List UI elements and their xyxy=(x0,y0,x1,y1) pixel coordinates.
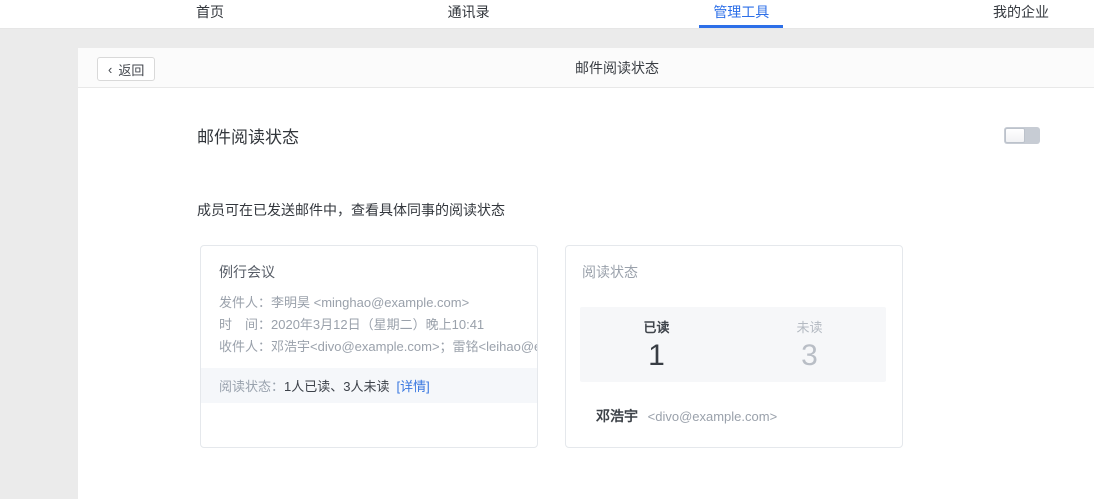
status-card-title: 阅读状态 xyxy=(580,262,886,282)
read-status-card: 阅读状态 已读 1 未读 3 邓浩宇 <divo@example.com> xyxy=(565,245,903,448)
main-panel: ‹ 返回 邮件阅读状态 邮件阅读状态 成员可在已发送邮件中，查看具体同事的阅读状… xyxy=(78,48,1094,499)
nav-item-contacts[interactable]: 通讯录 xyxy=(434,0,504,28)
unread-stat-column: 未读 3 xyxy=(733,317,886,372)
time-label: 时 间： xyxy=(219,317,271,332)
feature-description: 成员可在已发送邮件中，查看具体同事的阅读状态 xyxy=(197,200,1040,220)
toggle-knob-icon xyxy=(1005,128,1025,143)
reader-email: <divo@example.com> xyxy=(648,409,778,424)
back-chevron-icon: ‹ xyxy=(108,63,112,76)
read-status-strip-value: 1人已读、3人未读 xyxy=(284,376,389,395)
cards-row: 例行会议 发件人：李明昊 <minghao@example.com> 时 间：2… xyxy=(200,245,1040,448)
section-heading: 邮件阅读状态 xyxy=(197,123,299,148)
read-status-toggle[interactable] xyxy=(1004,127,1040,144)
read-status-strip: 阅读状态： 1人已读、3人未读 [详情] xyxy=(201,368,537,403)
recipients-value: 邓浩宇<divo@example.com>；雷铭<leihao@e... xyxy=(271,339,538,354)
back-button-label: 返回 xyxy=(118,60,144,79)
read-label: 已读 xyxy=(580,317,733,336)
mail-preview-card: 例行会议 发件人：李明昊 <minghao@example.com> 时 间：2… xyxy=(200,245,538,448)
details-link[interactable]: [详情] xyxy=(396,376,429,395)
read-stat-column: 已读 1 xyxy=(580,317,733,372)
panel-header: ‹ 返回 邮件阅读状态 xyxy=(78,48,1094,88)
read-count: 1 xyxy=(580,339,733,372)
top-nav: 首页 通讯录 管理工具 我的企业 xyxy=(0,0,1094,29)
read-status-strip-label: 阅读状态： xyxy=(219,376,284,395)
nav-item-my-enterprise[interactable]: 我的企业 xyxy=(979,0,1063,28)
time-value: 2020年3月12日（星期二）晚上10:41 xyxy=(271,317,484,332)
nav-item-home[interactable]: 首页 xyxy=(182,0,238,28)
nav-item-admin-tools[interactable]: 管理工具 xyxy=(699,0,783,28)
mail-sender-line: 发件人：李明昊 <minghao@example.com> xyxy=(201,292,537,314)
recipients-label: 收件人： xyxy=(219,339,271,354)
reader-name: 邓浩宇 xyxy=(596,408,638,424)
reader-row: 邓浩宇 <divo@example.com> xyxy=(580,406,886,426)
heading-row: 邮件阅读状态 xyxy=(197,123,1040,148)
content-area: 邮件阅读状态 成员可在已发送邮件中，查看具体同事的阅读状态 例行会议 发件人：李… xyxy=(78,123,1094,448)
stat-panel: 已读 1 未读 3 xyxy=(580,307,886,382)
mail-subject: 例行会议 xyxy=(201,262,537,282)
unread-count: 3 xyxy=(733,339,886,372)
sender-label: 发件人： xyxy=(219,295,271,310)
page-title: 邮件阅读状态 xyxy=(575,48,659,88)
unread-label: 未读 xyxy=(733,317,886,336)
back-button[interactable]: ‹ 返回 xyxy=(97,57,155,81)
sender-value: 李明昊 <minghao@example.com> xyxy=(271,295,469,310)
mail-time-line: 时 间：2020年3月12日（星期二）晚上10:41 xyxy=(201,314,537,336)
mail-recipients-line: 收件人：邓浩宇<divo@example.com>；雷铭<leihao@e... xyxy=(201,336,537,358)
